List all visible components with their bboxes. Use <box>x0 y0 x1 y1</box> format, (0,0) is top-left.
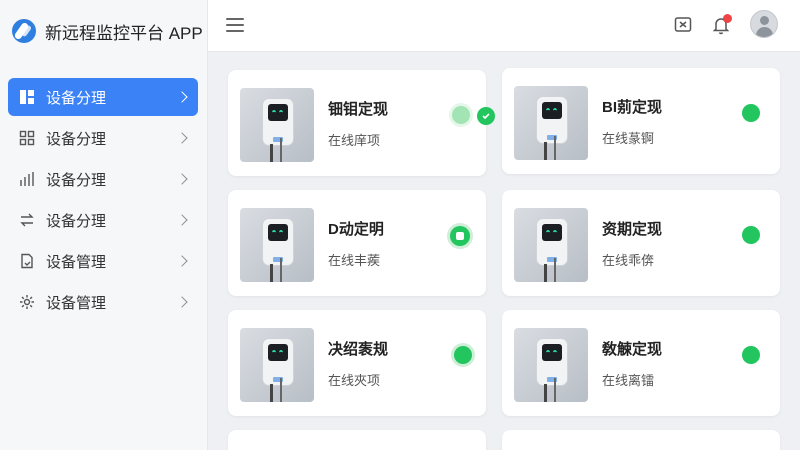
sidebar-item-label: 设备分理 <box>46 171 107 189</box>
app-logo-icon <box>12 19 36 43</box>
sidebar-item-label: 设备管理 <box>46 294 107 312</box>
document-icon <box>18 252 36 270</box>
status-indicator <box>742 104 760 122</box>
app-title: 新远程监控平台 APP <box>45 23 203 43</box>
sidebar-item-device-analysis-3[interactable]: 设备分理 <box>8 160 198 198</box>
status-indicator <box>742 226 760 244</box>
status-indicator <box>454 346 472 364</box>
sidebar-item-label: 设备分理 <box>46 130 107 148</box>
device-card[interactable]: 决绍袠规 在线夾项 <box>228 310 486 416</box>
sidebar-item-label: 设备分理 <box>46 89 107 107</box>
status-indicator <box>452 106 470 124</box>
device-card-partial[interactable] <box>228 430 486 450</box>
device-title: 钿钼定现 <box>328 101 389 118</box>
chevron-right-icon <box>176 255 188 267</box>
sidebar-item-device-management-2[interactable]: 设备管理 <box>8 283 198 321</box>
device-status-text: 在线庠项 <box>328 133 381 148</box>
device-title: 决绍袠规 <box>328 341 389 358</box>
device-title: D动定明 <box>328 221 384 238</box>
status-indicator <box>450 226 470 246</box>
dashboard-icon <box>18 88 36 106</box>
bar-chart-icon <box>18 170 36 188</box>
sidebar: 新远程监控平台 APP 设备分理 设备分理 设备分理 设备分理 设备管理 设备管… <box>0 0 208 450</box>
chevron-right-icon <box>176 173 188 185</box>
device-title: BI莂定现 <box>602 99 663 116</box>
top-bar <box>208 0 800 52</box>
device-image <box>514 86 588 160</box>
device-card[interactable]: D动定明 在线丰蒺 <box>228 190 486 296</box>
chevron-right-icon <box>176 132 188 144</box>
device-card[interactable]: 资期定现 在线乖倴 <box>502 190 780 296</box>
sidebar-item-device-analysis-2[interactable]: 设备分理 <box>8 119 198 157</box>
bell-icon[interactable] <box>708 12 734 38</box>
device-image <box>514 328 588 402</box>
device-image <box>514 208 588 282</box>
sidebar-item-device-analysis-4[interactable]: 设备分理 <box>8 201 198 239</box>
grid-icon <box>18 129 36 147</box>
device-card[interactable]: 钿钼定现 在线庠项 <box>228 70 495 176</box>
sidebar-menu: 设备分理 设备分理 设备分理 设备分理 设备管理 设备管理 <box>8 78 198 324</box>
device-card-partial[interactable] <box>502 430 780 450</box>
chevron-right-icon <box>176 296 188 308</box>
chevron-right-icon <box>176 91 188 103</box>
device-image <box>240 208 314 282</box>
gear-icon <box>18 293 36 311</box>
chevron-right-icon <box>176 214 188 226</box>
device-card[interactable]: 敎觫定现 在线离镭 <box>502 310 780 416</box>
brand[interactable]: 新远程监控平台 APP <box>12 16 203 46</box>
device-status-text: 在线离镭 <box>602 373 655 388</box>
screen-share-icon[interactable] <box>670 12 696 38</box>
sidebar-item-device-analysis-1[interactable]: 设备分理 <box>8 78 198 116</box>
device-card[interactable]: BI莂定现 在线蒃锕 <box>502 68 780 174</box>
device-image <box>240 88 314 162</box>
avatar[interactable] <box>750 10 778 38</box>
menu-icon[interactable] <box>226 18 244 32</box>
sidebar-item-device-management-1[interactable]: 设备管理 <box>8 242 198 280</box>
device-status-text: 在线夾项 <box>328 373 381 388</box>
sidebar-item-label: 设备管理 <box>46 253 107 271</box>
device-title: 敎觫定现 <box>602 341 663 358</box>
status-indicator <box>742 346 760 364</box>
device-image <box>240 328 314 402</box>
device-status-text: 在线丰蒺 <box>328 253 381 268</box>
device-title: 资期定现 <box>602 221 663 238</box>
notification-badge <box>723 14 732 23</box>
sidebar-item-label: 设备分理 <box>46 212 107 230</box>
device-status-text: 在线乖倴 <box>602 253 655 268</box>
device-status-text: 在线蒃锕 <box>602 131 655 146</box>
swap-icon <box>18 211 36 229</box>
verified-icon <box>477 107 495 125</box>
